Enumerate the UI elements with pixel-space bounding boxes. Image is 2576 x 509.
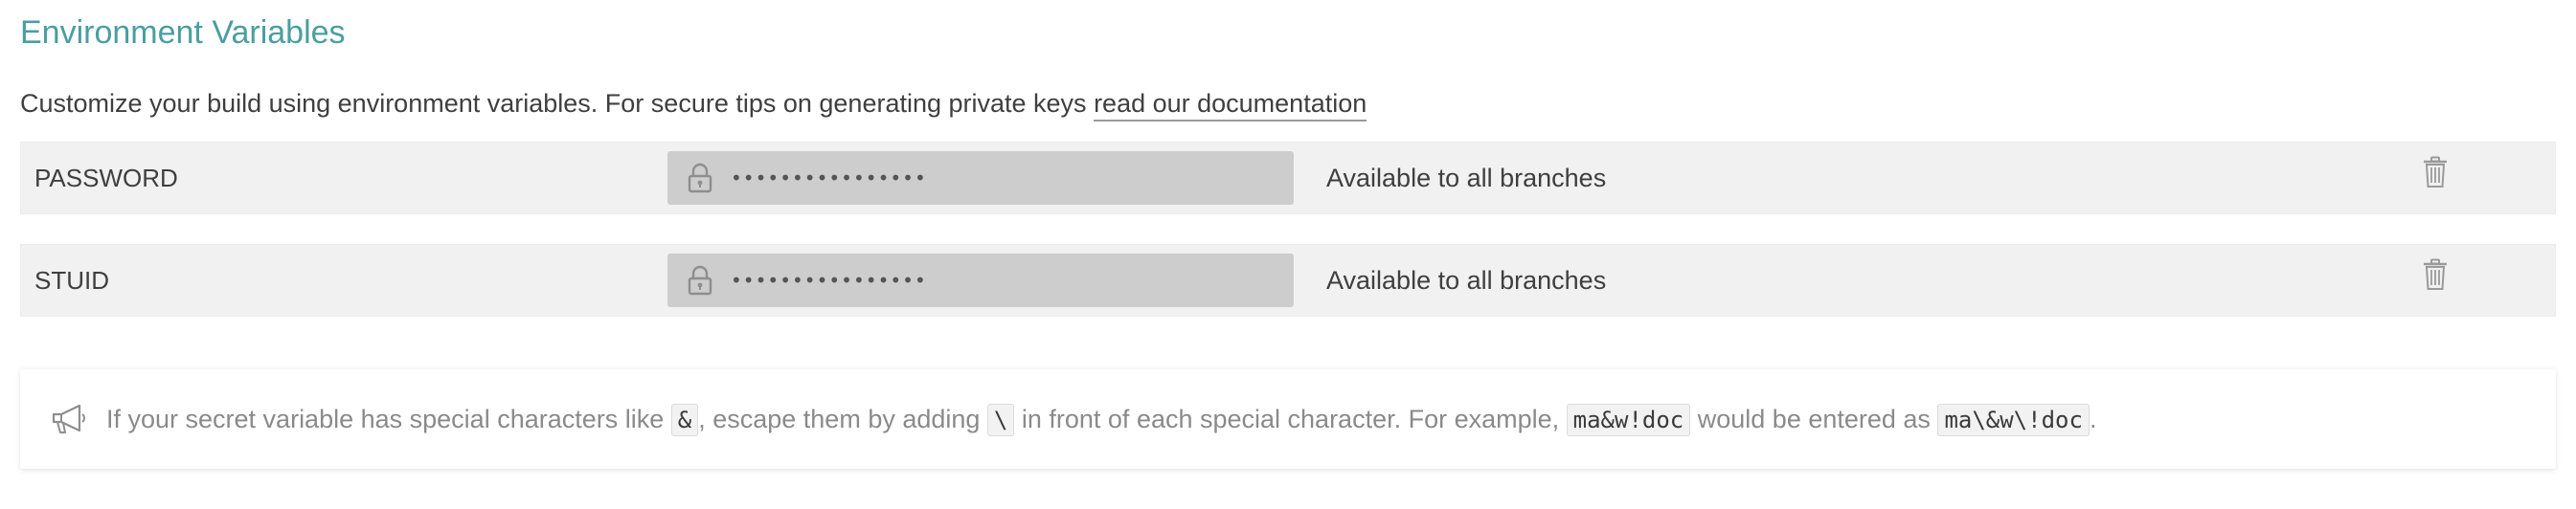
- megaphone-icon: [51, 402, 89, 436]
- trash-icon[interactable]: [2423, 258, 2450, 293]
- variable-name: PASSWORD: [34, 163, 178, 192]
- lock-icon: [687, 264, 713, 297]
- code-backslash: \: [986, 403, 1015, 436]
- branch-scope: Available to all branches: [1326, 163, 1607, 192]
- notice-text-part: in front of each special character. For …: [1014, 404, 1567, 433]
- code-ampersand: &: [670, 403, 699, 436]
- section-title: Environment Variables: [20, 14, 346, 51]
- masked-value: ••••••••••••••••: [731, 166, 927, 189]
- notice-text-part: , escape them by adding: [698, 404, 987, 433]
- code-example-raw: ma&w!doc: [1566, 403, 1691, 436]
- lock-icon: [687, 162, 713, 194]
- description-text: Customize your build using environment v…: [20, 89, 1095, 118]
- notice-text: If your secret variable has special char…: [106, 403, 2097, 436]
- code-example-escaped: ma\&w\!doc: [1937, 403, 2090, 436]
- notice-text-part: .: [2089, 404, 2097, 433]
- trash-icon[interactable]: [2423, 156, 2450, 190]
- environment-variables-section: Environment Variables Customize your bui…: [20, 0, 2556, 469]
- variable-list: PASSWORD •••••••••••••••• Available to a…: [20, 142, 2556, 317]
- notice-text-part: If your secret variable has special char…: [106, 404, 671, 433]
- variable-row: STUID •••••••••••••••• Available to all …: [20, 244, 2556, 317]
- variable-name: STUID: [34, 265, 109, 295]
- variable-value-field[interactable]: ••••••••••••••••: [667, 151, 1294, 205]
- masked-value: ••••••••••••••••: [731, 269, 927, 292]
- section-description: Customize your build using environment v…: [20, 84, 2556, 122]
- documentation-link[interactable]: read our documentation: [1094, 89, 1367, 122]
- variable-row: PASSWORD •••••••••••••••• Available to a…: [20, 142, 2556, 214]
- special-characters-notice: If your secret variable has special char…: [20, 369, 2556, 469]
- notice-text-part: would be entered as: [1690, 404, 1938, 433]
- branch-scope: Available to all branches: [1326, 265, 1607, 295]
- variable-value-field[interactable]: ••••••••••••••••: [667, 254, 1294, 307]
